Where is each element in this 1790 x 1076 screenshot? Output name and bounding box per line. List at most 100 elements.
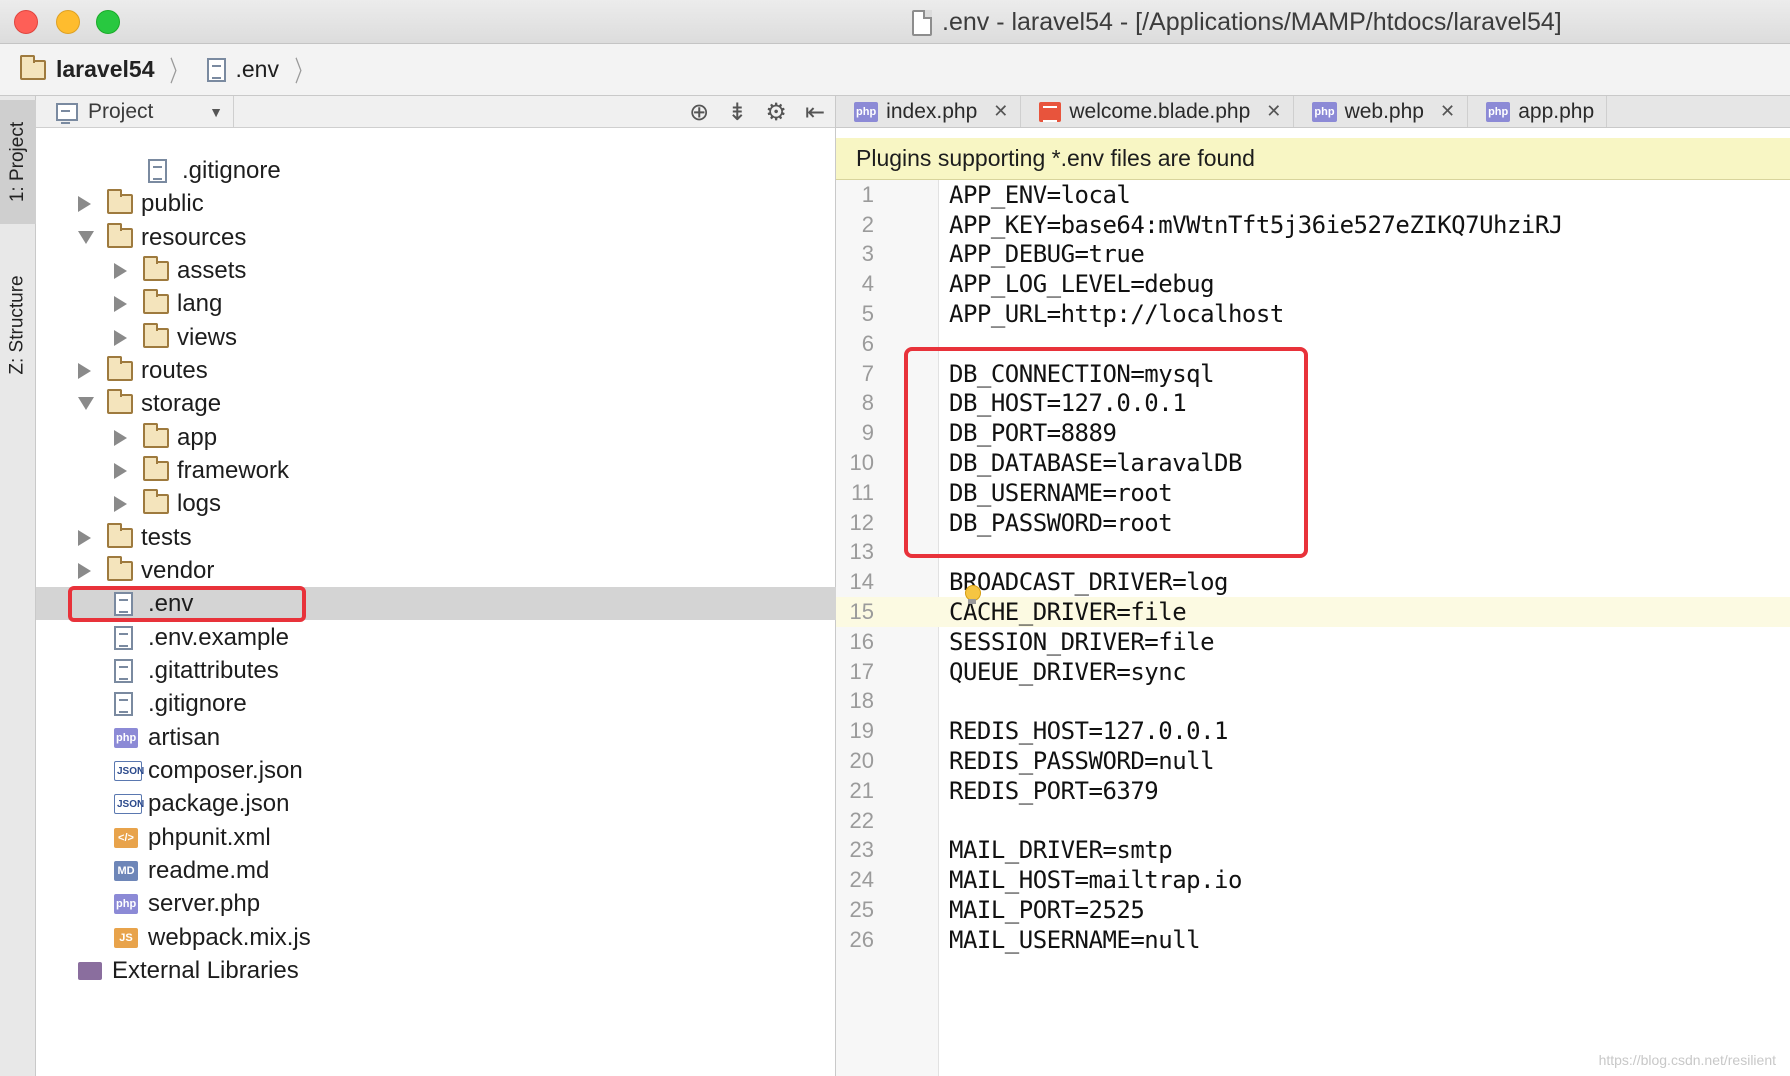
- code-line[interactable]: 17 QUEUE_DRIVER=sync: [836, 657, 1790, 687]
- line-number: 16: [849, 628, 874, 654]
- close-icon[interactable]: ✕: [993, 101, 1008, 122]
- tree-item[interactable]: assets: [36, 254, 836, 287]
- tree-item[interactable]: lang: [36, 287, 836, 320]
- folder-icon: [106, 522, 133, 548]
- file-icon: [114, 658, 133, 683]
- close-window-button[interactable]: [14, 10, 38, 34]
- line-number: 7: [861, 360, 874, 386]
- json-icon: JSON: [114, 760, 144, 781]
- code-line[interactable]: 21 REDIS_PORT=6379: [836, 776, 1790, 806]
- minimize-window-button[interactable]: [56, 10, 80, 34]
- code-line[interactable]: 26 MAIL_USERNAME=null: [836, 925, 1790, 955]
- expand-arrow-icon[interactable]: [114, 462, 127, 479]
- tree-item[interactable]: MD readme.md: [36, 854, 836, 887]
- project-view-select[interactable]: Project ▼: [36, 95, 234, 128]
- line-number: 26: [849, 926, 874, 952]
- gear-icon[interactable]: ⚙: [765, 98, 787, 127]
- locate-file-icon[interactable]: ⊕: [689, 98, 709, 127]
- folder-icon: [142, 288, 169, 314]
- expand-arrow-icon[interactable]: [78, 562, 91, 579]
- code-line[interactable]: 3 APP_DEBUG=true: [836, 240, 1790, 270]
- tree-item[interactable]: .gitignore: [36, 687, 836, 720]
- zoom-window-button[interactable]: [96, 10, 120, 34]
- title-bar: .env - laravel54 - [/Applications/MAMP/h…: [0, 0, 1790, 44]
- code-line[interactable]: 4 APP_LOG_LEVEL=debug: [836, 269, 1790, 299]
- tree-item[interactable]: JSON package.json: [36, 787, 836, 820]
- tree-item[interactable]: tests: [36, 521, 836, 554]
- expand-arrow-icon[interactable]: [78, 529, 91, 546]
- tab-app-php[interactable]: php app.php: [1468, 96, 1608, 127]
- expand-arrow-icon[interactable]: [78, 195, 91, 212]
- line-text: APP_KEY=base64:mVWtnTft5j36ie527eZIKQ7Uh…: [949, 210, 1563, 239]
- line-text: MAIL_USERNAME=null: [949, 925, 1201, 954]
- code-line[interactable]: 23 MAIL_DRIVER=smtp: [836, 836, 1790, 866]
- tool-tab-project[interactable]: 1: Project: [0, 100, 36, 224]
- expand-arrow-icon[interactable]: [78, 362, 91, 379]
- folder-icon: [142, 322, 169, 348]
- code-line[interactable]: 20 REDIS_PASSWORD=null: [836, 746, 1790, 776]
- lightbulb-icon[interactable]: [964, 585, 981, 605]
- close-icon[interactable]: ✕: [1266, 101, 1281, 122]
- code-line[interactable]: 25 MAIL_PORT=2525: [836, 895, 1790, 925]
- breadcrumb-file[interactable]: .env: [206, 56, 279, 83]
- tree-item[interactable]: .env.example: [36, 621, 836, 654]
- tree-item[interactable]: JS webpack.mix.js: [36, 921, 836, 954]
- hide-panel-icon[interactable]: ⇤: [805, 98, 825, 127]
- tree-item[interactable]: </> phpunit.xml: [36, 821, 836, 854]
- code-line[interactable]: 1 APP_ENV=local: [836, 180, 1790, 210]
- tree-item[interactable]: framework: [36, 454, 836, 487]
- tree-item[interactable]: php server.php: [36, 887, 836, 920]
- tool-tab-structure[interactable]: Z: Structure: [0, 250, 36, 400]
- tree-item[interactable]: resources: [36, 221, 836, 254]
- file-icon: [114, 691, 133, 716]
- code-line[interactable]: 19 REDIS_HOST=127.0.0.1: [836, 716, 1790, 746]
- tool-window-strip: 1: Project Z: Structure: [0, 96, 36, 1076]
- line-text: APP_LOG_LEVEL=debug: [949, 270, 1215, 299]
- line-text: APP_DEBUG=true: [949, 240, 1145, 269]
- code-line[interactable]: 16 SESSION_DRIVER=file: [836, 627, 1790, 657]
- line-number: 25: [849, 897, 874, 923]
- folder-icon: [142, 255, 169, 281]
- code-line[interactable]: 5 APP_URL=http://localhost: [836, 299, 1790, 329]
- xml-icon: </>: [114, 827, 138, 848]
- tree-item[interactable]: .gitattributes: [36, 654, 836, 687]
- tree-item[interactable]: app: [36, 421, 836, 454]
- code-line[interactable]: 2 APP_KEY=base64:mVWtnTft5j36ie527eZIKQ7U…: [836, 210, 1790, 240]
- line-number: 20: [849, 748, 874, 774]
- tree-item[interactable]: storage: [36, 387, 836, 420]
- document-icon: [912, 9, 932, 36]
- line-number: 24: [849, 867, 874, 893]
- code-line[interactable]: 18: [836, 687, 1790, 717]
- code-editor[interactable]: 1 APP_ENV=local 2 APP_KEY=base64:mVWtnTft5j…: [836, 180, 1790, 1076]
- code-line[interactable]: 22: [836, 806, 1790, 836]
- tree-item[interactable]: logs: [36, 487, 836, 520]
- line-number: 17: [849, 658, 874, 684]
- close-icon[interactable]: ✕: [1440, 101, 1455, 122]
- expand-arrow-icon[interactable]: [114, 262, 127, 279]
- tree-item[interactable]: views: [36, 321, 836, 354]
- expand-arrow-icon[interactable]: [114, 295, 127, 312]
- tree-item[interactable]: php artisan: [36, 721, 836, 754]
- expand-arrow-icon[interactable]: [114, 495, 127, 512]
- tree-item[interactable]: routes: [36, 354, 836, 387]
- tree-item[interactable]: .gitignore: [36, 154, 836, 187]
- tree-item[interactable]: External Libraries: [36, 954, 836, 987]
- file-icon: [114, 625, 133, 650]
- tree-item[interactable]: vendor: [36, 554, 836, 587]
- folder-icon: [106, 188, 133, 214]
- collapse-arrow-icon[interactable]: [78, 231, 94, 244]
- tab-welcome-blade-php[interactable]: welcome.blade.php ✕: [1021, 96, 1295, 127]
- tab-web-php[interactable]: php web.php ✕: [1294, 96, 1469, 127]
- plugin-notice-banner[interactable]: Plugins supporting *.env files are found: [836, 138, 1790, 180]
- expand-arrow-icon[interactable]: [114, 329, 127, 346]
- tree-item[interactable]: public: [36, 187, 836, 220]
- collapse-all-icon[interactable]: ⇟: [727, 98, 747, 127]
- watermark: https://blog.csdn.net/resilient: [1598, 1052, 1776, 1068]
- tree-item[interactable]: JSON composer.json: [36, 754, 836, 787]
- breadcrumb-project[interactable]: laravel54: [19, 54, 154, 83]
- tab-index-php[interactable]: php index.php ✕: [836, 96, 1022, 127]
- expand-arrow-icon[interactable]: [114, 429, 127, 446]
- folder-icon: [142, 422, 169, 448]
- collapse-arrow-icon[interactable]: [78, 397, 94, 410]
- code-line[interactable]: 24 MAIL_HOST=mailtrap.io: [836, 865, 1790, 895]
